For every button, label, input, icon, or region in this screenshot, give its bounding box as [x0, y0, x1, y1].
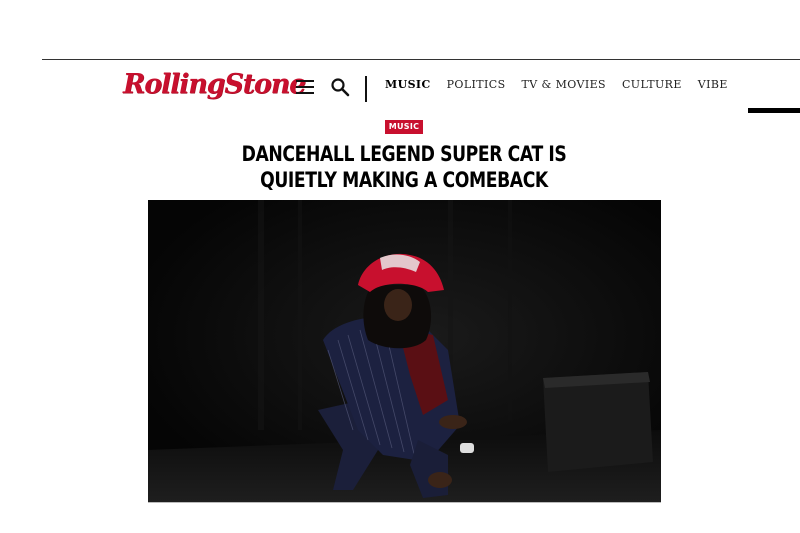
hero-image[interactable]	[148, 200, 661, 502]
image-bottom-divider	[148, 502, 661, 503]
site-header: RollingStone MUSIC POLITICS TV & MOVIES …	[0, 68, 800, 108]
nav-item-vibe[interactable]: VIBE	[698, 78, 728, 91]
headline-line-2: QUIETLY MAKING A COMEBACK	[260, 168, 548, 192]
top-divider	[42, 59, 800, 60]
category-badge[interactable]: MUSIC	[385, 120, 423, 134]
nav-item-music[interactable]: MUSIC	[385, 78, 431, 91]
nav-item-politics[interactable]: POLITICS	[447, 78, 506, 91]
nav-divider	[365, 76, 367, 102]
headline-line-1: DANCEHALL LEGEND SUPER CAT IS	[241, 142, 567, 166]
hamburger-menu-icon[interactable]	[296, 80, 314, 94]
nav-item-culture[interactable]: CULTURE	[622, 78, 682, 91]
main-nav: MUSIC POLITICS TV & MOVIES CULTURE VIBE	[385, 78, 744, 91]
rolling-stone-logo[interactable]: RollingStone	[123, 68, 306, 102]
article-headline: DANCEHALL LEGEND SUPER CAT IS QUIETLY MA…	[194, 141, 614, 193]
search-icon[interactable]	[330, 77, 350, 97]
scroll-progress-bar	[748, 108, 800, 113]
nav-item-tv-movies[interactable]: TV & MOVIES	[522, 78, 606, 91]
